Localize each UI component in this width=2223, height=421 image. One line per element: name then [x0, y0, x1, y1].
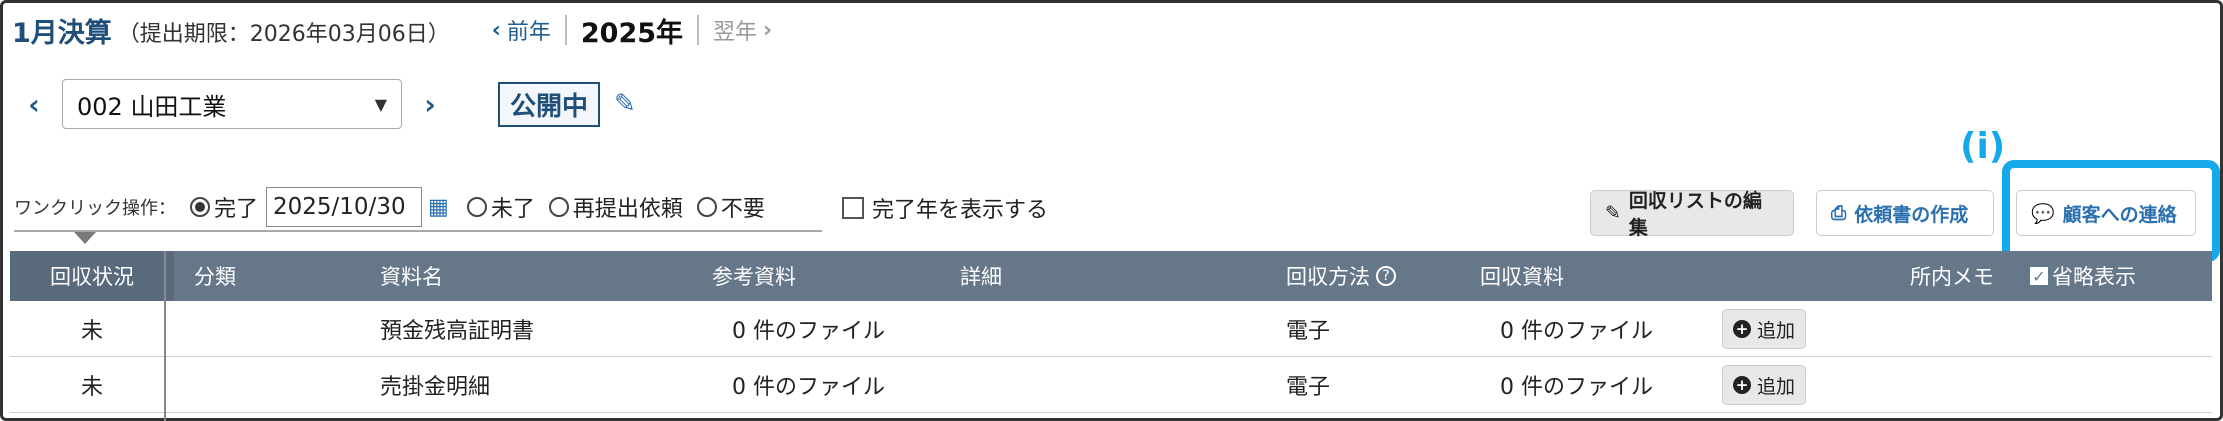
header-category: 分類 [194, 265, 236, 289]
add-label: 追加 [1757, 319, 1796, 342]
cell-reference[interactable]: 0 件のファイル [732, 357, 885, 413]
cell-collected[interactable]: 0 件のファイル [1500, 301, 1653, 357]
header-detail: 詳細 [960, 265, 1002, 289]
deadline-text: （提出期限：2026年03月06日） [117, 22, 450, 47]
next-year-label: 翌年 [713, 20, 758, 45]
prev-year-link[interactable]: ‹ 前年 [492, 14, 551, 46]
header-name: 資料名 [380, 265, 443, 289]
radio-label: 不要 [720, 197, 765, 222]
show-completed-toggle[interactable]: 完了年を表示する [842, 192, 1048, 224]
completion-date-input[interactable]: 2025/10/30 [266, 187, 423, 227]
calendar-icon[interactable]: ▦ [428, 195, 449, 220]
highlight-box [2002, 160, 2220, 262]
chevron-right-icon: › [763, 17, 773, 43]
radio-label: 再提出依頼 [572, 197, 683, 222]
header-status: 回収状況 [10, 251, 174, 301]
cell-name: 預金残高証明書 [380, 319, 535, 344]
header-method-label: 回収方法 [1286, 265, 1370, 289]
radio-label: 完了 [214, 197, 259, 222]
prev-client-button[interactable]: ‹ [14, 88, 54, 121]
table-row: 未 売掛金明細 0 件のファイル 電子 0 件のファイル + 追加 [10, 357, 2212, 413]
table-row: 未 預金残高証明書 0 件のファイル 電子 0 件のファイル + 追加 [10, 301, 2212, 357]
cell-method: 電子 [1286, 319, 1331, 344]
header-method: 回収方法 ? [1286, 251, 1396, 301]
client-select-value: 002 山田工業 [77, 92, 227, 121]
abbreviate-label: 省略表示 [2052, 265, 2136, 289]
next-client-button[interactable]: › [410, 88, 450, 121]
client-row: ‹ 002 山田工業 ▼ › 公開中 ✎ [14, 78, 636, 130]
cell-status: 未 [80, 375, 103, 400]
abbreviate-toggle[interactable]: ✓ 省略表示 [2030, 251, 2136, 301]
client-select[interactable]: 002 山田工業 ▼ [62, 79, 402, 129]
checkbox-icon [842, 197, 864, 219]
radio-circle-icon [190, 197, 210, 217]
prev-year-label: 前年 [506, 20, 551, 45]
one-click-label: ワンクリック操作： [14, 198, 176, 219]
pointer-triangle-icon [74, 232, 96, 244]
chevron-down-icon: ▼ [374, 94, 387, 114]
edit-list-button[interactable]: ✎ 回収リストの編集 [1590, 190, 1794, 239]
help-icon[interactable]: ? [1376, 266, 1396, 286]
radio-complete[interactable]: 完了 [190, 191, 258, 223]
info-marker: (i) [1960, 126, 2006, 167]
plus-icon: + [1733, 376, 1751, 394]
show-completed-label: 完了年を表示する [872, 198, 1049, 223]
next-year-link[interactable]: 翌年 › [713, 14, 772, 46]
chevron-left-icon: ‹ [491, 17, 501, 43]
page-title: 1月決算 [12, 17, 112, 49]
header-collected: 回収資料 [1480, 265, 1564, 289]
radio-circle-icon [548, 197, 569, 217]
radio-incomplete[interactable]: 未了 [466, 191, 535, 223]
year-nav: ‹ 前年 2025年 翌年 › [492, 11, 772, 50]
radio-not-needed[interactable]: 不要 [696, 191, 765, 223]
cell-name: 売掛金明細 [380, 375, 491, 400]
edit-list-label: 回収リストの編集 [1628, 190, 1762, 239]
divider [697, 15, 700, 45]
divider [14, 230, 822, 232]
radio-circle-icon [466, 197, 487, 217]
current-year: 2025年 [580, 17, 684, 49]
header-reference: 参考資料 [712, 265, 796, 289]
status-badge: 公開中 [498, 81, 601, 127]
create-request-button[interactable]: ⎙ 依頼書の作成 [1816, 190, 1994, 236]
cell-status: 未 [80, 319, 103, 344]
table-header: 回収状況 分類 資料名 参考資料 詳細 回収方法 ? 回収資料 所内メモ ✓ 省… [10, 251, 2212, 301]
collection-table: 回収状況 分類 資料名 参考資料 詳細 回収方法 ? 回収資料 所内メモ ✓ 省… [10, 251, 2212, 413]
radio-resubmit[interactable]: 再提出依頼 [548, 191, 683, 223]
plus-icon: + [1733, 320, 1751, 338]
divider [564, 15, 567, 45]
radio-circle-icon [696, 197, 717, 217]
cell-method: 電子 [1286, 375, 1331, 400]
pencil-icon[interactable]: ✎ [614, 89, 636, 119]
add-label: 追加 [1757, 375, 1796, 398]
create-request-label: 依頼書の作成 [1854, 203, 1969, 226]
divider [164, 251, 166, 421]
one-click-operations: ワンクリック操作： 完了 2025/10/30 ▦ 未了 再提出依頼 不要 [14, 184, 779, 230]
pencil-icon: ✎ [1605, 202, 1621, 224]
printer-icon: ⎙ [1831, 202, 1847, 224]
checkbox-checked-icon: ✓ [2030, 267, 2048, 286]
title-row: 1月決算 （提出期限：2026年03月06日） ‹ 前年 2025年 翌年 › [12, 10, 772, 50]
add-file-button[interactable]: + 追加 [1722, 301, 1807, 357]
header-memo: 所内メモ [1910, 265, 1994, 289]
cell-reference[interactable]: 0 件のファイル [732, 301, 885, 357]
cell-collected[interactable]: 0 件のファイル [1500, 357, 1653, 413]
add-file-button[interactable]: + 追加 [1722, 357, 1807, 413]
radio-label: 未了 [490, 197, 535, 222]
